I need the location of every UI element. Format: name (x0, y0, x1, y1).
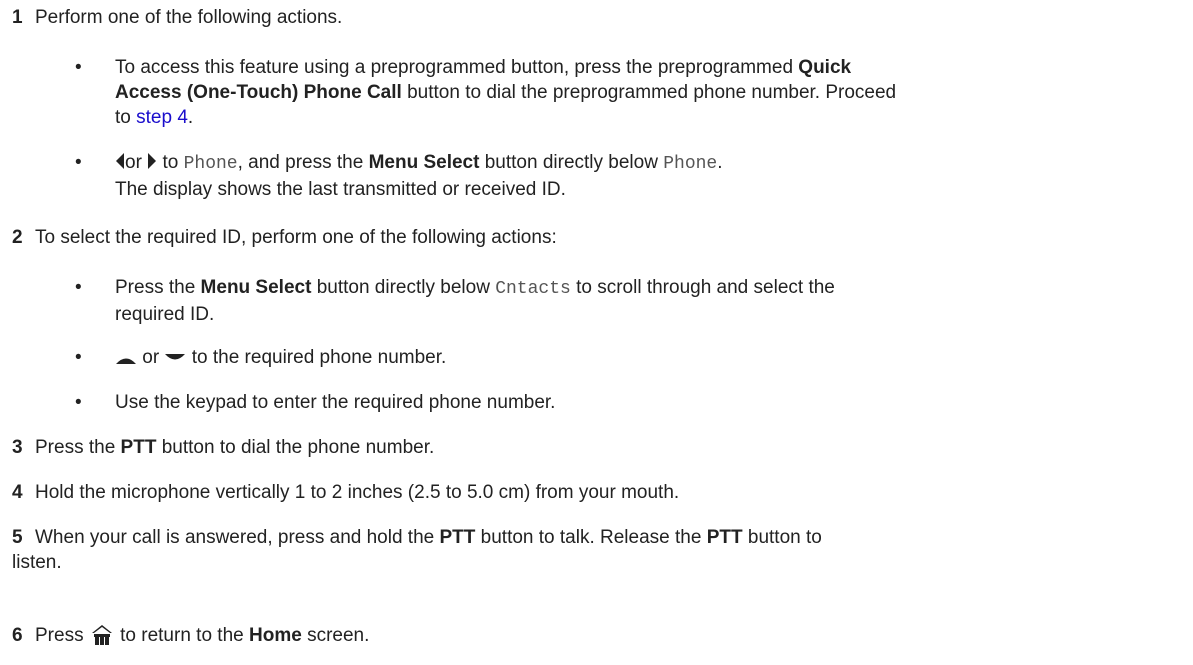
up-arrow-icon (116, 358, 136, 364)
option-text: or to Phone, and press the Menu Select b… (115, 150, 1175, 202)
bold-label: Menu Select (368, 152, 480, 173)
left-arrow-icon (116, 153, 124, 169)
option-text: Use the keypad to enter the required pho… (115, 392, 556, 413)
step-number: 5 (12, 527, 23, 548)
option-text: Press the Menu Select button directly be… (115, 275, 1175, 327)
text-span: To access this feature using a preprogra… (115, 57, 799, 78)
bullet-dot: • (75, 57, 82, 78)
step-2-option-3: • Use the keypad to enter the required p… (75, 390, 1175, 415)
bullet-dot: • (75, 152, 82, 173)
home-icon (91, 625, 112, 645)
step-number: 3 (12, 437, 23, 458)
instruction-page: 1 Perform one of the following actions. … (0, 0, 1193, 665)
text-span: to scroll through and select the (570, 277, 835, 298)
bold-label: Quick (798, 57, 852, 78)
option-text: or to the required phone number. (115, 345, 1175, 370)
bullet-dot: • (75, 277, 82, 298)
display-label: Phone (183, 154, 238, 174)
bold-label: PTT (439, 527, 476, 548)
display-label: Cntacts (495, 279, 571, 299)
text-span: or (137, 347, 165, 368)
step-2-option-2: • or to the required phone number. (75, 345, 1175, 370)
text-span: Press (35, 625, 89, 646)
text-span: , and press the (237, 152, 369, 173)
text-span: When your call is answered, press and ho… (35, 527, 440, 548)
step-5-continuation: listen. (12, 550, 1182, 575)
bold-label: Menu Select (200, 277, 312, 298)
text-line: required ID. (115, 304, 215, 325)
text-span: screen. (301, 625, 370, 646)
text-span: Press the (35, 437, 121, 458)
text-span: button to talk. Release the (475, 527, 707, 548)
text-line: listen. (12, 552, 62, 573)
text-span: button to (742, 527, 822, 548)
text-span: to the required phone number. (186, 347, 447, 368)
bold-label: PTT (706, 527, 743, 548)
text-span: to (157, 152, 184, 173)
text-span: to (115, 107, 137, 128)
bold-label: Home (249, 625, 302, 646)
text-span: . (717, 152, 723, 173)
bold-label: Access (One-Touch) Phone Call (115, 82, 402, 103)
step-text: When your call is answered, press and ho… (35, 525, 1185, 550)
step-text: Press to return to the Home screen. (35, 623, 1185, 648)
option-text: To access this feature using a preprogra… (115, 55, 1175, 130)
step-text: Perform one of the following actions. (35, 7, 343, 28)
step-1-option-1: • To access this feature using a preprog… (75, 55, 1175, 130)
step-number: 6 (12, 625, 23, 646)
text-span: button to dial the phone number. (156, 437, 435, 458)
bold-label: PTT (120, 437, 157, 458)
step-number: 4 (12, 482, 23, 503)
bullet-dot: • (75, 392, 82, 413)
text-span: button to dial the preprogrammed phone n… (401, 82, 897, 103)
text-span: button directly below (479, 152, 664, 173)
bullet-dot: • (75, 347, 82, 368)
step-1-option-2: • or to Phone, and press the Menu Select… (75, 150, 1175, 200)
text-span: Press the (115, 277, 201, 298)
display-label: Phone (663, 154, 718, 174)
step-number: 2 (12, 227, 23, 248)
text-span: . (187, 107, 194, 128)
step-2-option-1: • Press the Menu Select button directly … (75, 275, 1175, 325)
text-span: button directly below (311, 277, 496, 298)
text-line: The display shows the last transmitted o… (115, 179, 566, 200)
step-text: To select the required ID, perform one o… (35, 227, 557, 248)
step-text: Press the PTT button to dial the phone n… (35, 435, 1185, 460)
right-arrow-icon (148, 153, 157, 169)
text-span: or (125, 152, 142, 173)
step-4-link[interactable]: step 4 (136, 107, 188, 128)
step-number: 1 (12, 7, 23, 28)
step-text: Hold the microphone vertically 1 to 2 in… (35, 482, 680, 503)
down-arrow-icon (165, 354, 186, 360)
text-span: to return to the (114, 625, 249, 646)
